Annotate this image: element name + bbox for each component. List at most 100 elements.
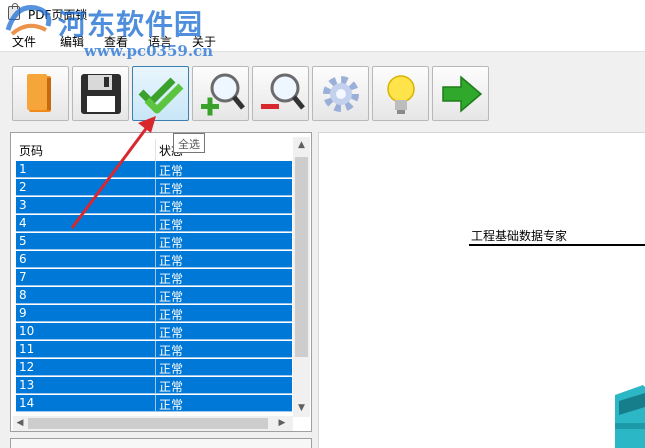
cell-divider: [155, 287, 156, 304]
page-number-cell: 2: [19, 180, 27, 194]
scroll-up-icon[interactable]: ▲: [293, 137, 310, 154]
run-button[interactable]: [432, 66, 489, 121]
green-arrow-icon: [442, 75, 483, 113]
cell-divider: [155, 251, 156, 268]
table-row[interactable]: 14 正常: [16, 395, 292, 412]
status-cell: 正常: [159, 182, 184, 196]
window-title: PDF页面锁: [28, 8, 88, 22]
cell-divider: [155, 323, 156, 340]
save-disk-icon: [81, 74, 121, 114]
save-button[interactable]: [72, 66, 129, 121]
table-row[interactable]: 13 正常: [16, 377, 292, 394]
table-row[interactable]: 9 正常: [16, 305, 292, 322]
zoom-out-button[interactable]: [252, 66, 309, 121]
status-cell: 正常: [159, 254, 184, 268]
cell-divider: [155, 197, 156, 214]
menu-language[interactable]: 语言: [146, 32, 174, 51]
page-number-cell: 5: [19, 234, 27, 248]
table-row[interactable]: 6 正常: [16, 251, 292, 268]
document-header-text: 工程基础数据专家: [471, 229, 568, 243]
table-row[interactable]: 3 正常: [16, 197, 292, 214]
page-number-cell: 8: [19, 288, 27, 302]
cell-divider: [155, 377, 156, 394]
table-row[interactable]: 1 正常: [16, 161, 292, 178]
cell-divider: [155, 305, 156, 322]
zoom-in-icon: [201, 73, 245, 116]
table-row[interactable]: 7 正常: [16, 269, 292, 286]
gear-icon: [323, 76, 359, 112]
status-cell: 正常: [159, 200, 184, 214]
lock-icon: [8, 3, 20, 20]
table-row[interactable]: 5 正常: [16, 233, 292, 250]
cell-divider: [155, 161, 156, 178]
menu-view[interactable]: 查看: [102, 32, 130, 51]
status-cell: 正常: [159, 380, 184, 394]
table-row[interactable]: 2 正常: [16, 179, 292, 196]
column-divider: [155, 139, 156, 161]
page-number-cell: 13: [19, 378, 35, 392]
cell-divider: [155, 341, 156, 358]
scroll-right-icon[interactable]: ▶: [275, 415, 289, 431]
status-cell: 正常: [159, 326, 184, 340]
select-all-tooltip: 全选: [173, 133, 205, 153]
page-number-cell: 3: [19, 198, 27, 212]
page-number-cell: 12: [19, 360, 35, 374]
document-graphic: [615, 385, 645, 448]
table-row[interactable]: 8 正常: [16, 287, 292, 304]
cell-divider: [155, 233, 156, 250]
toolbar: [0, 62, 645, 122]
lightbulb-icon: [387, 75, 415, 114]
status-cell: 正常: [159, 236, 184, 250]
select-all-button[interactable]: [132, 66, 189, 121]
open-book-icon: [27, 74, 51, 112]
status-cell: 正常: [159, 308, 184, 322]
column-header-page[interactable]: 页码: [19, 142, 43, 159]
help-button[interactable]: [372, 66, 429, 121]
cell-divider: [155, 395, 156, 412]
bottom-panel: [10, 438, 312, 448]
cell-divider: [155, 359, 156, 376]
zoom-in-button[interactable]: [192, 66, 249, 121]
table-row[interactable]: 12 正常: [16, 359, 292, 376]
menu-bar: 文件 编辑 查看 语言 关于: [0, 28, 645, 52]
page-number-cell: 7: [19, 270, 27, 284]
title-bar: PDF页面锁: [0, 0, 645, 28]
settings-button[interactable]: [312, 66, 369, 121]
cell-divider: [155, 179, 156, 196]
scroll-down-icon[interactable]: ▼: [293, 400, 310, 417]
scrollbar-thumb[interactable]: [295, 157, 308, 357]
table-row[interactable]: 11 正常: [16, 341, 292, 358]
page-list[interactable]: 页码 状态 1 正常 2 正常 3 正常 4 正常 5 正常 6 正常 7 正常 8 正常 9 正常 10 正常 11 正…: [10, 132, 312, 432]
zoom-out-icon: [261, 73, 305, 110]
scroll-left-icon[interactable]: ◀: [13, 415, 27, 431]
status-cell: 正常: [159, 218, 184, 232]
page-number-cell: 6: [19, 252, 27, 266]
status-cell: 正常: [159, 164, 184, 178]
table-row[interactable]: 10 正常: [16, 323, 292, 340]
list-header: 页码 状态: [16, 139, 290, 161]
cell-divider: [155, 269, 156, 286]
menu-about[interactable]: 关于: [190, 32, 218, 51]
table-row[interactable]: 4 正常: [16, 215, 292, 232]
menu-edit[interactable]: 编辑: [58, 32, 86, 51]
horizontal-scrollbar-thumb[interactable]: [28, 418, 268, 429]
page-number-cell: 1: [19, 162, 27, 176]
cell-divider: [155, 215, 156, 232]
horizontal-scrollbar[interactable]: ◀ ▶: [13, 416, 293, 431]
menu-file[interactable]: 文件: [10, 32, 38, 51]
status-cell: 正常: [159, 290, 184, 304]
vertical-scrollbar[interactable]: ▲ ▼: [293, 137, 310, 417]
page-number-cell: 4: [19, 216, 27, 230]
page-preview: 工程基础数据专家: [318, 132, 645, 448]
double-check-icon: [138, 77, 184, 114]
page-number-cell: 9: [19, 306, 27, 320]
status-cell: 正常: [159, 398, 184, 412]
page-number-cell: 10: [19, 324, 35, 338]
status-cell: 正常: [159, 272, 184, 286]
open-button[interactable]: [12, 66, 69, 121]
page-number-cell: 14: [19, 396, 35, 410]
page-number-cell: 11: [19, 342, 35, 356]
document-header-rule: [469, 244, 645, 246]
status-cell: 正常: [159, 362, 184, 376]
status-cell: 正常: [159, 344, 184, 358]
